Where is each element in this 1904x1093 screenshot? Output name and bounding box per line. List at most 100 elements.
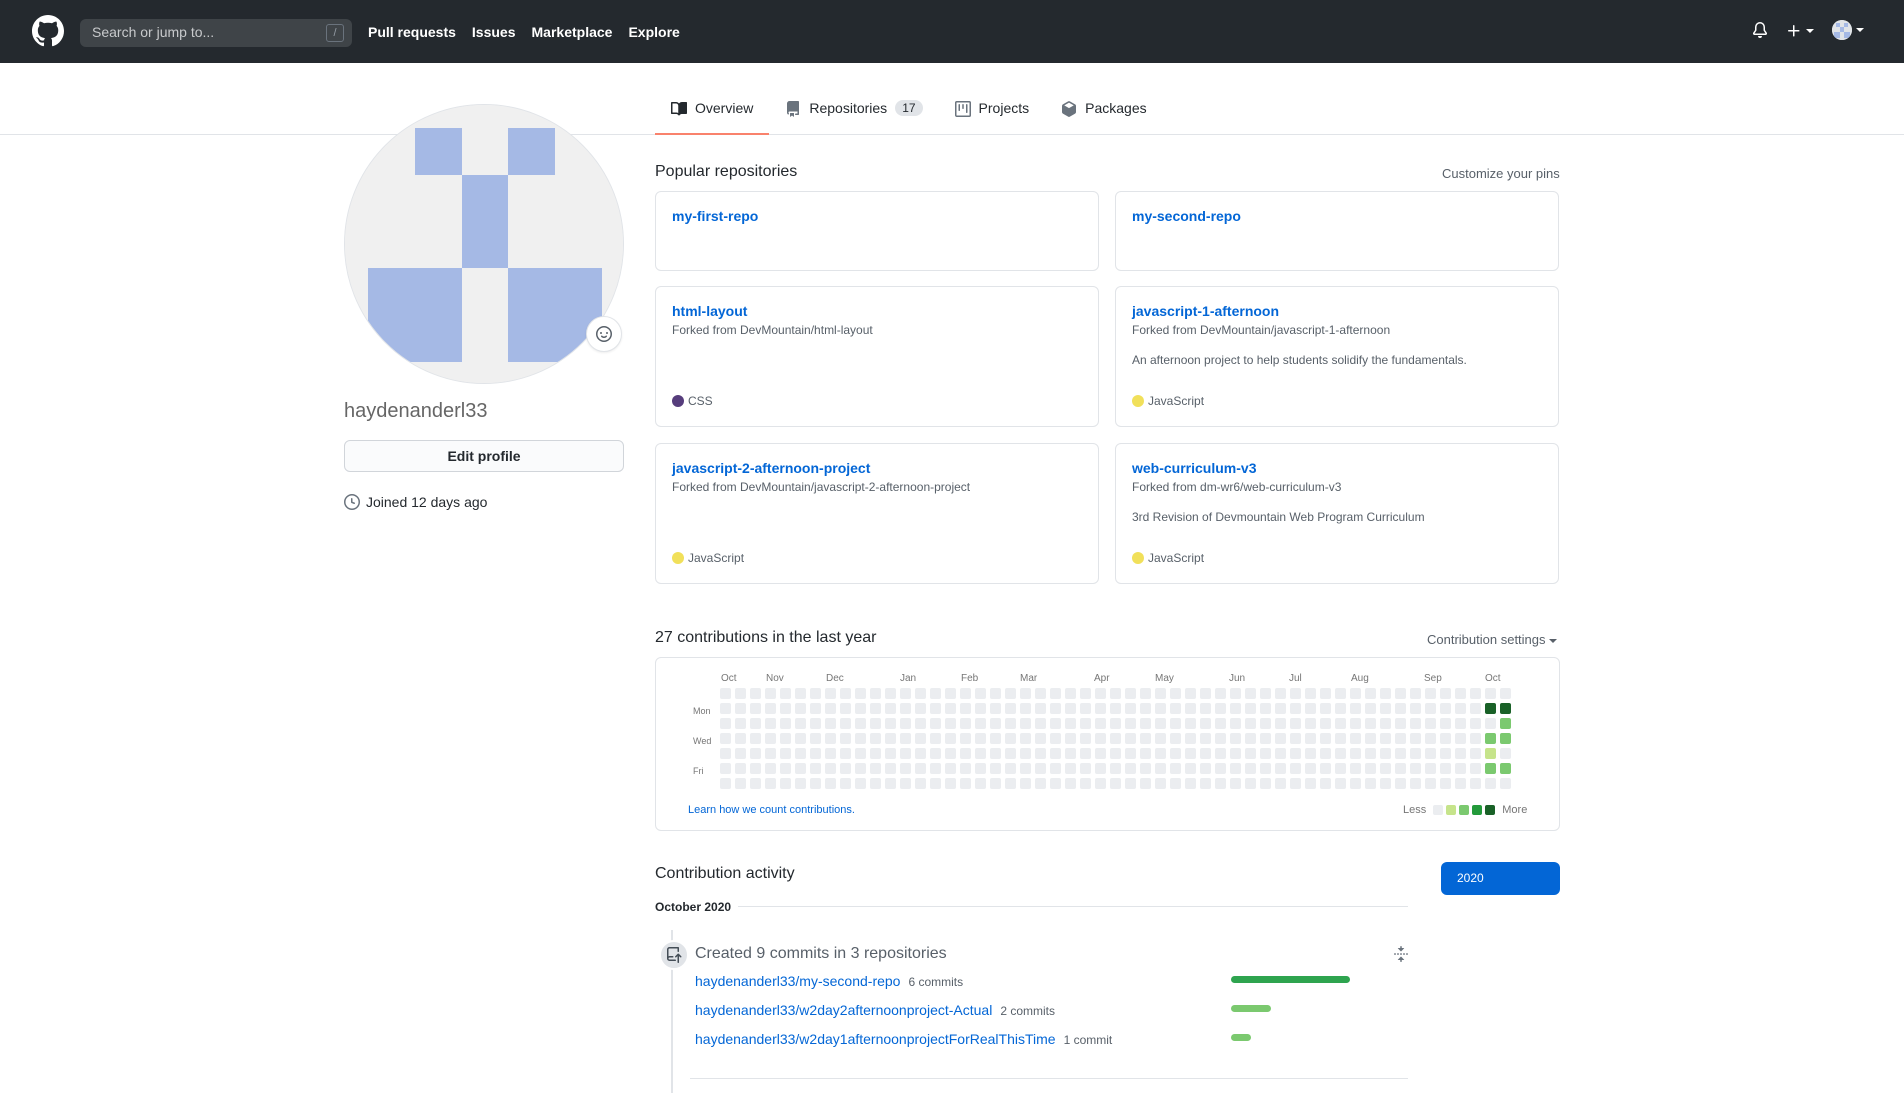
contribution-day-cell[interactable] — [885, 688, 896, 699]
contribution-day-cell[interactable] — [840, 733, 851, 744]
contribution-day-cell[interactable] — [1440, 703, 1451, 714]
contribution-day-cell[interactable] — [915, 748, 926, 759]
contribution-day-cell[interactable] — [1260, 733, 1271, 744]
contribution-day-cell[interactable] — [1410, 733, 1421, 744]
contribution-day-cell[interactable] — [1155, 763, 1166, 774]
contribution-day-cell[interactable] — [1140, 718, 1151, 729]
contribution-day-cell[interactable] — [840, 688, 851, 699]
contribution-day-cell[interactable] — [810, 778, 821, 789]
contribution-day-cell[interactable] — [1200, 688, 1211, 699]
contribution-day-cell[interactable] — [1005, 688, 1016, 699]
contribution-day-cell[interactable] — [840, 778, 851, 789]
contribution-day-cell[interactable] — [1140, 748, 1151, 759]
contribution-day-cell[interactable] — [1365, 778, 1376, 789]
contribution-day-cell[interactable] — [1005, 778, 1016, 789]
contribution-day-cell[interactable] — [1380, 748, 1391, 759]
contribution-day-cell[interactable] — [825, 733, 836, 744]
contribution-day-cell[interactable] — [1200, 763, 1211, 774]
nav-link-issues[interactable]: Issues — [472, 24, 516, 40]
contribution-day-cell[interactable] — [780, 733, 791, 744]
contribution-day-cell[interactable] — [1035, 778, 1046, 789]
contribution-day-cell[interactable] — [1395, 703, 1406, 714]
contribution-day-cell[interactable] — [1110, 748, 1121, 759]
contribution-day-cell[interactable] — [870, 703, 881, 714]
contribution-day-cell[interactable] — [870, 718, 881, 729]
contribution-day-cell[interactable] — [975, 778, 986, 789]
contribution-day-cell[interactable] — [930, 733, 941, 744]
contribution-day-cell[interactable] — [975, 748, 986, 759]
contribution-day-cell[interactable] — [915, 763, 926, 774]
contribution-day-cell[interactable] — [795, 778, 806, 789]
contribution-day-cell[interactable] — [795, 748, 806, 759]
contribution-day-cell[interactable] — [1380, 703, 1391, 714]
contribution-day-cell[interactable] — [1125, 718, 1136, 729]
contribution-day-cell[interactable] — [1260, 703, 1271, 714]
contribution-day-cell[interactable] — [720, 748, 731, 759]
contribution-day-cell[interactable] — [1485, 703, 1496, 714]
contribution-day-cell[interactable] — [735, 763, 746, 774]
contribution-day-cell[interactable] — [750, 778, 761, 789]
user-menu-dropdown[interactable] — [1832, 20, 1864, 40]
contribution-day-cell[interactable] — [1470, 748, 1481, 759]
contribution-day-cell[interactable] — [1260, 748, 1271, 759]
contribution-day-cell[interactable] — [1320, 718, 1331, 729]
contribution-day-cell[interactable] — [1005, 703, 1016, 714]
contribution-day-cell[interactable] — [1290, 733, 1301, 744]
contribution-day-cell[interactable] — [900, 748, 911, 759]
contribution-day-cell[interactable] — [825, 763, 836, 774]
contribution-day-cell[interactable] — [840, 718, 851, 729]
contribution-day-cell[interactable] — [765, 718, 776, 729]
contribution-day-cell[interactable] — [1035, 763, 1046, 774]
contribution-day-cell[interactable] — [930, 778, 941, 789]
contribution-day-cell[interactable] — [720, 688, 731, 699]
contribution-day-cell[interactable] — [1095, 703, 1106, 714]
contribution-day-cell[interactable] — [1230, 733, 1241, 744]
contribution-day-cell[interactable] — [1110, 763, 1121, 774]
contribution-day-cell[interactable] — [1245, 688, 1256, 699]
contribution-day-cell[interactable] — [1440, 778, 1451, 789]
contribution-day-cell[interactable] — [975, 703, 986, 714]
contribution-day-cell[interactable] — [1035, 688, 1046, 699]
contribution-day-cell[interactable] — [1230, 748, 1241, 759]
contribution-day-cell[interactable] — [735, 778, 746, 789]
contribution-day-cell[interactable] — [960, 688, 971, 699]
contribution-day-cell[interactable] — [1245, 748, 1256, 759]
contribution-day-cell[interactable] — [1020, 763, 1031, 774]
contribution-day-cell[interactable] — [1440, 733, 1451, 744]
contribution-day-cell[interactable] — [735, 733, 746, 744]
contribution-day-cell[interactable] — [900, 778, 911, 789]
contribution-day-cell[interactable] — [1215, 733, 1226, 744]
contribution-day-cell[interactable] — [1350, 703, 1361, 714]
contribution-day-cell[interactable] — [1020, 703, 1031, 714]
contribution-day-cell[interactable] — [1080, 748, 1091, 759]
contribution-day-cell[interactable] — [885, 733, 896, 744]
contribution-day-cell[interactable] — [1290, 703, 1301, 714]
contribution-day-cell[interactable] — [1485, 778, 1496, 789]
contribution-day-cell[interactable] — [810, 718, 821, 729]
contribution-day-cell[interactable] — [1485, 718, 1496, 729]
contribution-day-cell[interactable] — [810, 748, 821, 759]
contribution-day-cell[interactable] — [1500, 763, 1511, 774]
fold-icon[interactable] — [1393, 946, 1409, 962]
contribution-day-cell[interactable] — [1470, 703, 1481, 714]
contribution-day-cell[interactable] — [1050, 688, 1061, 699]
contribution-day-cell[interactable] — [1245, 778, 1256, 789]
contribution-day-cell[interactable] — [900, 733, 911, 744]
contribution-day-cell[interactable] — [1365, 748, 1376, 759]
tab-repositories[interactable]: Repositories 17 — [769, 96, 938, 135]
contribution-day-cell[interactable] — [810, 763, 821, 774]
nav-link-marketplace[interactable]: Marketplace — [532, 24, 613, 40]
contribution-day-cell[interactable] — [930, 748, 941, 759]
contribution-day-cell[interactable] — [1095, 748, 1106, 759]
contribution-day-cell[interactable] — [1005, 733, 1016, 744]
contribution-day-cell[interactable] — [1470, 688, 1481, 699]
contribution-day-cell[interactable] — [1380, 763, 1391, 774]
contribution-day-cell[interactable] — [1290, 688, 1301, 699]
contribution-day-cell[interactable] — [960, 763, 971, 774]
contribution-day-cell[interactable] — [1155, 778, 1166, 789]
contribution-day-cell[interactable] — [1335, 718, 1346, 729]
tab-packages[interactable]: Packages — [1045, 96, 1162, 135]
contribution-day-cell[interactable] — [1440, 688, 1451, 699]
contribution-day-cell[interactable] — [1065, 778, 1076, 789]
contribution-day-cell[interactable] — [1365, 763, 1376, 774]
